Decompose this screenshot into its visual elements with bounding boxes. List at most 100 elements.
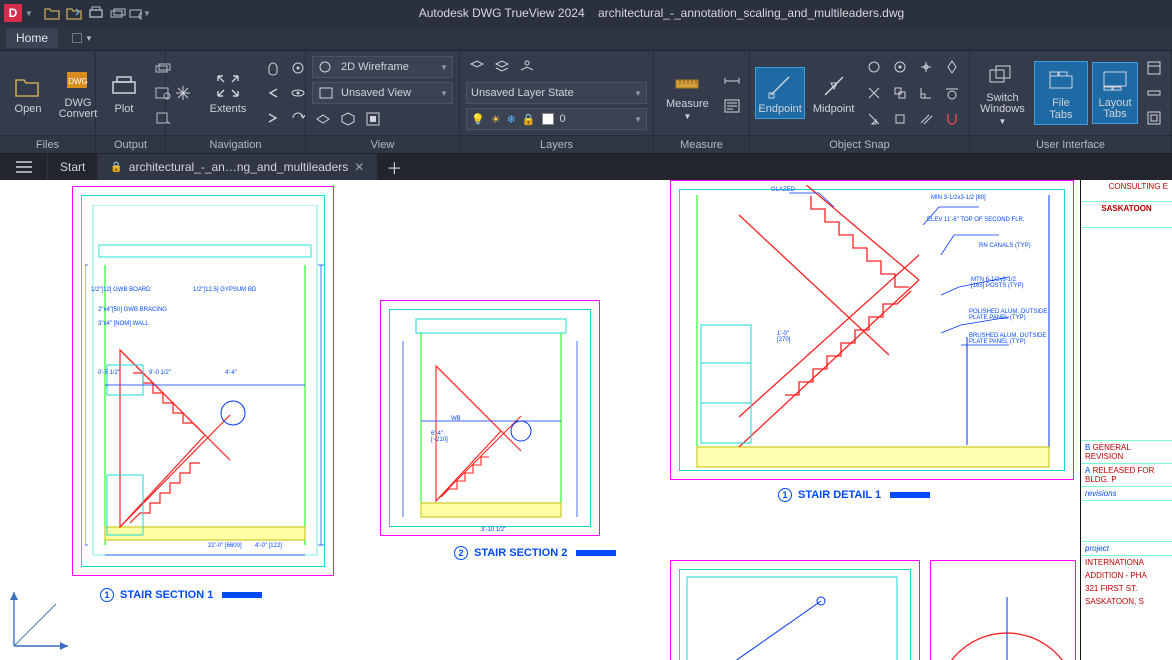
current-layer-value: 0: [560, 113, 629, 125]
distance-icon[interactable]: [721, 70, 743, 92]
open-button[interactable]: Open: [6, 68, 50, 118]
zoom-back-icon[interactable]: [262, 82, 284, 104]
midpoint-icon: [819, 71, 849, 101]
clean-screen-icon[interactable]: [1143, 107, 1165, 129]
printer-icon: [109, 71, 139, 101]
layer-vp-freeze-icon: ❄: [507, 113, 516, 126]
layout-tabs-label: Layout Tabs: [1098, 98, 1131, 120]
svg-text:DWG: DWG: [68, 77, 88, 86]
measure-button[interactable]: Measure ▼: [660, 63, 715, 124]
window-title: Autodesk DWG TrueView 2024 architectural…: [151, 6, 1172, 20]
tb-city: SASKATOON: [1081, 202, 1172, 228]
tab-start[interactable]: Start: [48, 154, 98, 180]
switch-windows-button[interactable]: Switch Windows ▼: [976, 58, 1029, 129]
midpoint-button[interactable]: Midpoint: [810, 68, 857, 118]
viewport-stair-section-1: 1/2"[12] GWB BOARD 1/2"[12.5] GYPSUM BD …: [72, 186, 334, 576]
layer-state-dropdown[interactable]: Unsaved Layer State ▼: [466, 82, 647, 104]
osnap-quadrant-icon[interactable]: [941, 56, 963, 78]
panel-title-files: Files: [0, 135, 95, 153]
list-icon[interactable]: [721, 95, 743, 117]
panel-title-layers: Layers: [460, 135, 653, 153]
title-bar: D ▼ ▼ Autodesk DWG TrueView 2024 archite…: [0, 0, 1172, 26]
named-view-dropdown[interactable]: Unsaved View ▼: [312, 82, 453, 104]
chevron-down-icon: ▼: [998, 117, 1006, 126]
chevron-down-icon: ▼: [634, 89, 642, 98]
current-layer-dropdown[interactable]: 💡 ☀ ❄ 🔒 0 ▼: [466, 108, 647, 130]
drawing-menu-icon[interactable]: [0, 154, 48, 180]
osnap-perpendicular-icon[interactable]: [915, 82, 937, 104]
osnap-geometric-center-icon[interactable]: [889, 56, 911, 78]
osnap-center-icon[interactable]: [863, 56, 885, 78]
osnap-node-icon[interactable]: [915, 56, 937, 78]
file-tabs-button[interactable]: File Tabs: [1035, 62, 1087, 124]
viewport-partial-2: [930, 560, 1076, 660]
plot-button[interactable]: Plot: [102, 68, 146, 118]
tab-home[interactable]: Home: [6, 28, 58, 48]
layer-iso-icon[interactable]: [466, 56, 488, 78]
ruler-icon: [672, 66, 702, 96]
app-menu-caret[interactable]: ▼: [25, 9, 33, 18]
app-name: Autodesk DWG TrueView 2024: [419, 6, 585, 20]
viewport-stair-section-2: WB 6'-4"[~210] 3'-10 1/2": [380, 300, 600, 536]
layer-walk-icon[interactable]: [516, 56, 538, 78]
qat-open-dwf-icon[interactable]: [63, 2, 85, 24]
layout-tabs-button[interactable]: Layout Tabs: [1093, 63, 1137, 123]
view-manager-icon[interactable]: [362, 108, 384, 130]
qat-plot-preview-icon[interactable]: ▼: [129, 2, 151, 24]
measure-label: Measure: [666, 98, 709, 110]
visual-style-dropdown[interactable]: 2D Wireframe ▼: [312, 56, 453, 78]
ribbon: Open DWG DWG Convert Files Plot: [0, 50, 1172, 154]
qat-plot-icon[interactable]: [85, 2, 107, 24]
endpoint-button[interactable]: Endpoint: [756, 68, 804, 118]
viewport-stair-detail-1: GLAZED MIN 3-1/2x3-1/2 [80] ELEV 11'-6" …: [670, 180, 1074, 480]
properties-palette-icon[interactable]: [1143, 57, 1165, 79]
view-iso-icon[interactable]: [337, 108, 359, 130]
drawing-content-2: [391, 311, 591, 527]
panel-title-measure: Measure: [654, 135, 749, 153]
qat-batch-plot-icon[interactable]: [107, 2, 129, 24]
zoom-extents-button[interactable]: Extents: [200, 68, 256, 118]
named-view-value: Unsaved View: [341, 87, 434, 99]
layer-state-value: Unsaved Layer State: [471, 87, 628, 99]
new-tab-button[interactable]: ＋: [377, 154, 411, 180]
osnap-intersection-icon[interactable]: [863, 82, 885, 104]
layer-lock-icon: 🔒: [522, 113, 536, 126]
panel-files: Open DWG DWG Convert Files: [0, 51, 96, 153]
endpoint-icon: [765, 71, 795, 101]
layer-freeze-icon: ☀: [491, 113, 501, 126]
panel-navigation: Extents Navigation: [166, 51, 306, 153]
plot-label: Plot: [115, 103, 134, 115]
tab-express[interactable]: ▼: [72, 33, 93, 43]
drawing-canvas[interactable]: 1/2"[12] GWB BOARD 1/2"[12.5] GYPSUM BD …: [0, 180, 1172, 660]
layout-tabs-icon: [1100, 66, 1130, 96]
pan-icon[interactable]: [172, 82, 194, 104]
osnap-tangent-icon[interactable]: [941, 82, 963, 104]
zoom-fwd-icon[interactable]: [262, 107, 284, 129]
drawing-content-1: [85, 205, 325, 565]
toolbars-icon[interactable]: [1143, 82, 1165, 104]
close-tab-icon[interactable]: ✕: [354, 160, 364, 174]
dwg-convert-button[interactable]: DWG DWG Convert: [56, 63, 100, 123]
osnap-parallel-icon[interactable]: [915, 108, 937, 130]
osnap-magnet-icon[interactable]: [941, 108, 963, 130]
osnap-apparent-icon[interactable]: [889, 108, 911, 130]
lock-icon: 🔒: [110, 162, 122, 173]
endpoint-label: Endpoint: [758, 103, 801, 115]
layer-on-icon: 💡: [471, 113, 485, 126]
named-view-icon: [317, 86, 335, 100]
pan-hand-icon[interactable]: [262, 57, 284, 79]
osnap-nearest-icon[interactable]: [863, 108, 885, 130]
osnap-insertion-icon[interactable]: [889, 82, 911, 104]
chevron-down-icon: ▼: [634, 115, 642, 124]
qat-open-icon[interactable]: [41, 2, 63, 24]
panel-title-osnap: Object Snap: [750, 135, 969, 153]
tab-active-doc[interactable]: 🔒 architectural_-_an…ng_and_multileaders…: [98, 154, 377, 180]
extents-icon: [213, 71, 243, 101]
tb-consulting: CONSULTING E: [1081, 180, 1172, 202]
view-top-icon[interactable]: [312, 108, 334, 130]
visual-style-value: 2D Wireframe: [341, 61, 434, 73]
layer-uniso-icon[interactable]: [491, 56, 513, 78]
panel-title-output: Output: [96, 135, 165, 153]
tab-active-label: architectural_-_an…ng_and_multileaders: [129, 160, 348, 174]
tab-start-label: Start: [60, 160, 85, 174]
